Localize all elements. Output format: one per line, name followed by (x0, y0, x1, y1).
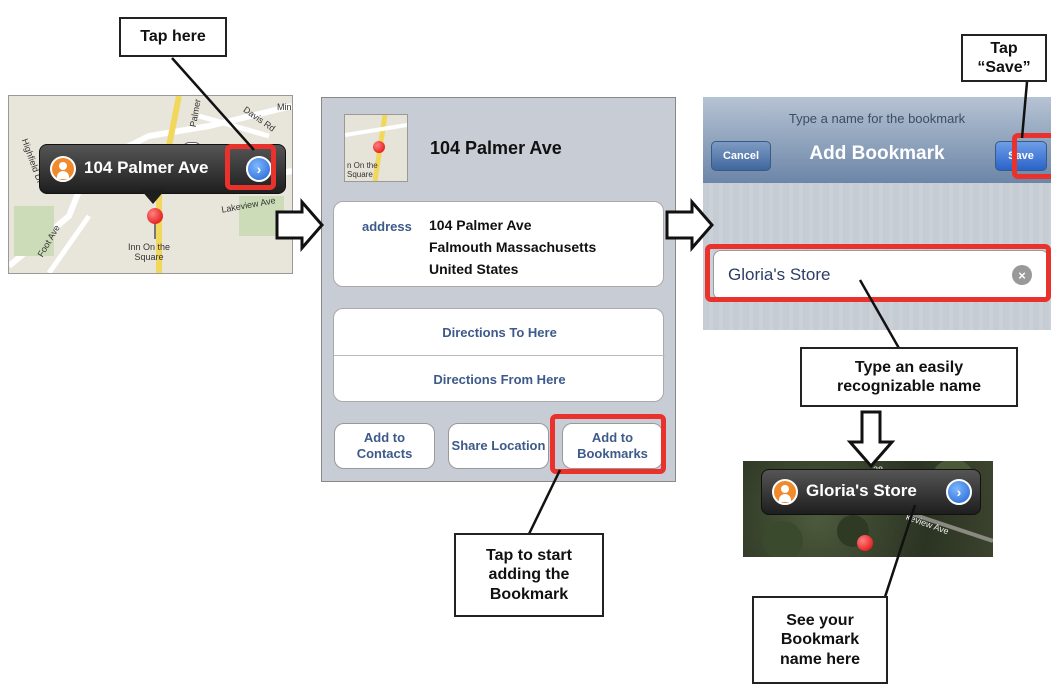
callout-tap-start: Tap to start adding the Bookmark (454, 533, 604, 617)
callout-tap-here: Tap here (119, 17, 227, 57)
callout-tap-save: Tap “Save” (961, 34, 1047, 82)
callout-see-name: See your Bookmark name here (752, 596, 888, 684)
callout-type-name: Type an easily recognizable name (800, 347, 1018, 407)
